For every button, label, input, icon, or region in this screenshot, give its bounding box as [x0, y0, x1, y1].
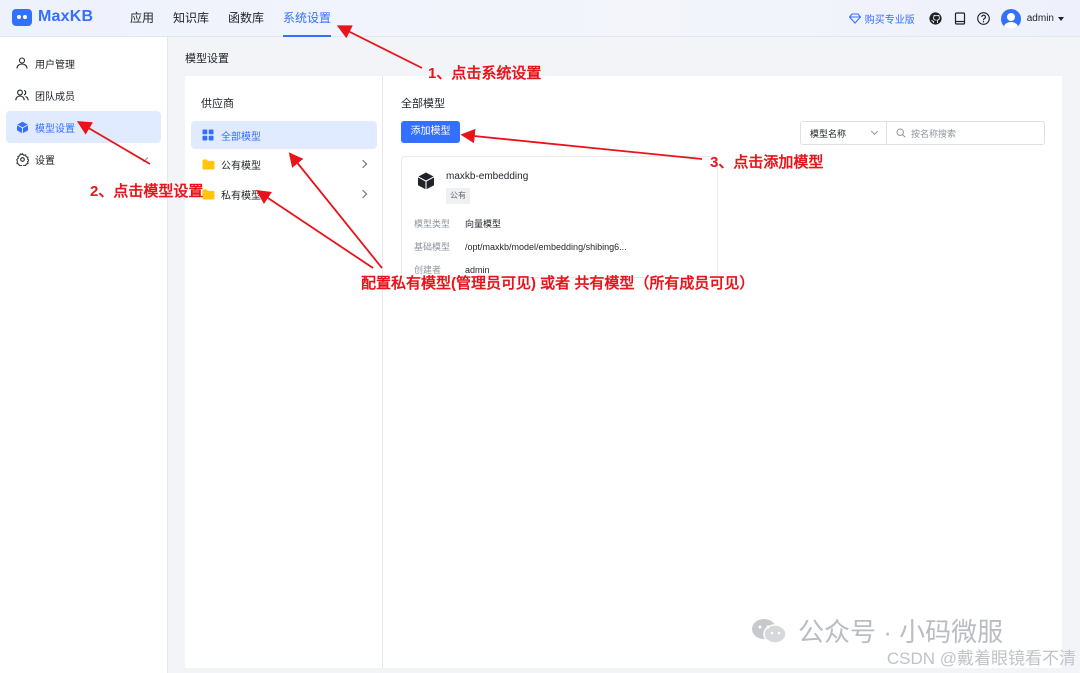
sidebar-item-label: 模型设置	[35, 123, 75, 135]
grid-icon	[202, 129, 215, 142]
team-icon	[15, 88, 29, 102]
search-placeholder: 按名称搜索	[911, 128, 957, 139]
user-name[interactable]: admin	[1027, 13, 1054, 24]
top-navbar: MaxKB 应用 知识库 函数库 系统设置 购买专业版 admin	[0, 0, 1080, 37]
cube-icon	[416, 171, 436, 191]
search-icon	[896, 128, 906, 138]
sidebar-item-model-settings[interactable]: 模型设置	[6, 111, 161, 143]
nav-item-system-settings[interactable]: 系统设置	[283, 0, 332, 37]
annotation-step2: 2、点击模型设置	[90, 183, 204, 200]
row-value: /opt/maxkb/model/embedding/shibing6...	[465, 242, 627, 252]
chevron-down-icon[interactable]	[1058, 16, 1064, 21]
search-input[interactable]: 按名称搜索	[887, 122, 1044, 144]
wechat-icon	[752, 618, 787, 644]
model-name: maxkb-embedding	[446, 171, 529, 182]
search-select-value: 模型名称	[810, 128, 847, 139]
model-type-row: 模型类型 向量模型	[414, 217, 501, 230]
model-tag: 公有	[446, 188, 470, 204]
gear-icon	[15, 152, 29, 166]
annotation-note: 配置私有模型(管理员可见) 或者 共有模型（所有成员可见）	[361, 275, 755, 292]
folder-icon	[202, 158, 215, 171]
row-key: 模型类型	[414, 219, 451, 229]
chevron-right-icon	[358, 189, 368, 199]
buy-pro-link[interactable]: 购买专业版	[848, 11, 915, 26]
user-avatar[interactable]	[1000, 8, 1021, 29]
folder-icon	[202, 188, 215, 201]
logo-icon	[12, 8, 32, 26]
page-title: 模型设置	[185, 53, 229, 65]
sidebar-item-team[interactable]: 团队成员	[6, 79, 161, 111]
chevron-right-icon	[358, 159, 368, 169]
content-title: 全部模型	[401, 98, 445, 110]
provider-item-label: 全部模型	[221, 131, 261, 143]
sidebar-item-users[interactable]: 用户管理	[6, 47, 161, 79]
docs-icon[interactable]	[953, 12, 967, 26]
nav-item-knowledge[interactable]: 知识库	[173, 0, 209, 37]
logo-text: MaxKB	[38, 8, 94, 25]
sidebar-item-settings[interactable]: 设置	[6, 143, 161, 175]
nav-item-functions[interactable]: 函数库	[228, 0, 264, 37]
help-icon[interactable]	[977, 12, 991, 26]
chevron-down-icon	[139, 153, 149, 163]
add-model-button[interactable]: 添加模型	[401, 121, 460, 143]
sidebar-item-label: 设置	[35, 155, 55, 167]
main-nav: 应用 知识库 函数库 系统设置	[130, 0, 350, 37]
diamond-icon	[848, 13, 861, 24]
provider-title: 供应商	[201, 98, 234, 110]
provider-item-label: 公有模型	[221, 160, 261, 172]
cube-icon	[15, 120, 29, 134]
sidebar: 用户管理 团队成员 模型设置 设置	[0, 37, 168, 673]
main-panel: 供应商 全部模型 公有模型 私有模型 全部模型 添加模型 模型名称 按名称搜索 …	[185, 76, 1062, 668]
provider-item-all[interactable]: 全部模型	[191, 121, 377, 149]
github-icon[interactable]	[929, 12, 943, 26]
annotation-step1: 1、点击系统设置	[428, 65, 542, 82]
base-model-row: 基础模型/opt/maxkb/model/embedding/shibing6.…	[414, 240, 627, 253]
search-field-select[interactable]: 模型名称	[801, 122, 887, 144]
header-tools: 购买专业版 admin	[848, 0, 1064, 37]
annotation-step3: 3、点击添加模型	[710, 154, 824, 171]
logo[interactable]: MaxKB	[12, 8, 93, 26]
provider-item-private[interactable]: 私有模型	[191, 180, 377, 208]
provider-item-label: 私有模型	[221, 190, 261, 202]
buy-pro-label: 购买专业版	[864, 15, 915, 26]
csdn-watermark: CSDN @戴着眼镜看不清	[886, 649, 1076, 668]
chevron-down-icon	[870, 127, 879, 136]
nav-item-apps[interactable]: 应用	[130, 0, 154, 37]
provider-item-public[interactable]: 公有模型	[191, 150, 377, 178]
row-key: 基础模型	[414, 242, 451, 252]
sidebar-item-label: 用户管理	[35, 59, 75, 71]
user-icon	[15, 56, 29, 70]
row-value: 向量模型	[465, 219, 502, 229]
search-group: 模型名称 按名称搜索	[800, 121, 1045, 145]
model-card[interactable]: maxkb-embedding 公有 模型类型 向量模型 基础模型/opt/max…	[401, 156, 718, 278]
provider-panel: 供应商 全部模型 公有模型 私有模型	[185, 76, 383, 668]
sidebar-item-label: 团队成员	[35, 91, 75, 103]
